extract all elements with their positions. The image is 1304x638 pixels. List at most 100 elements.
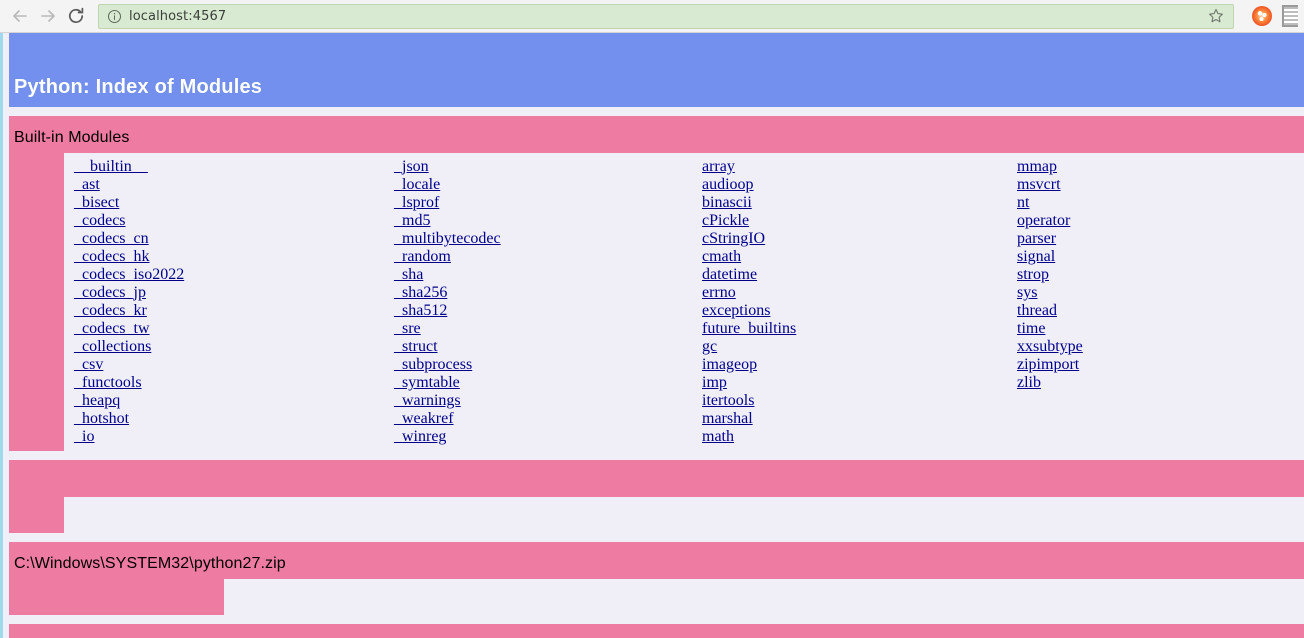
module-link[interactable]: _sre [394, 320, 692, 338]
section-python27-zip: C:\Windows\SYSTEM32\python27.zip [9, 542, 1304, 615]
section-body [9, 497, 1304, 533]
module-link[interactable]: parser [1017, 230, 1304, 248]
module-link[interactable]: _sha512 [394, 302, 692, 320]
extension-orange-icon[interactable] [1252, 6, 1272, 26]
module-link[interactable]: _csv [74, 356, 384, 374]
module-link[interactable]: _struct [394, 338, 692, 356]
module-link[interactable]: _json [394, 158, 692, 176]
module-link[interactable]: xxsubtype [1017, 338, 1304, 356]
module-link[interactable]: math [702, 428, 1007, 446]
section-gutter [9, 497, 64, 533]
module-link[interactable]: _ast [74, 176, 384, 194]
module-link[interactable]: _collections [74, 338, 384, 356]
module-link[interactable]: _bisect [74, 194, 384, 212]
section-heading: Built-in Modules [14, 129, 130, 146]
module-link[interactable]: _subprocess [394, 356, 692, 374]
module-link[interactable]: cPickle [702, 212, 1007, 230]
bookmark-star-icon[interactable] [1207, 7, 1225, 25]
back-button[interactable] [6, 2, 34, 30]
section-built-in-modules: Built-in Modules __builtin__ _ast _bisec… [9, 116, 1304, 451]
browser-toolbar: localhost:4567 [0, 0, 1304, 33]
module-link[interactable]: _sha256 [394, 284, 692, 302]
section-heading-band-clipped [9, 624, 1304, 638]
module-link[interactable]: _codecs_iso2022 [74, 266, 384, 284]
module-link[interactable]: exceptions [702, 302, 1007, 320]
url-text[interactable]: localhost:4567 [129, 9, 226, 24]
module-link[interactable]: _codecs_jp [74, 284, 384, 302]
forward-button[interactable] [34, 2, 62, 30]
module-link[interactable]: operator [1017, 212, 1304, 230]
module-link[interactable]: imp [702, 374, 1007, 392]
module-link[interactable]: _codecs_hk [74, 248, 384, 266]
module-link[interactable]: nt [1017, 194, 1304, 212]
module-link[interactable]: _winreg [394, 428, 692, 446]
module-column-1: __builtin__ _ast _bisect _codecs _codecs… [64, 158, 384, 446]
arrow-right-icon [41, 10, 55, 22]
module-link[interactable]: thread [1017, 302, 1304, 320]
module-link[interactable]: itertools [702, 392, 1007, 410]
viewport-left-edge [0, 33, 3, 638]
pydoc-page: Python: Index of Modules Built-in Module… [9, 33, 1304, 638]
module-column-2: _json _locale _lsprof _md5 _multibytecod… [384, 158, 692, 446]
module-link[interactable]: msvcrt [1017, 176, 1304, 194]
module-link[interactable]: zlib [1017, 374, 1304, 392]
module-link[interactable]: _locale [394, 176, 692, 194]
module-link[interactable]: audioop [702, 176, 1007, 194]
module-link[interactable]: marshal [702, 410, 1007, 428]
module-link[interactable]: _lsprof [394, 194, 692, 212]
module-list: __builtin__ _ast _bisect _codecs _codecs… [64, 153, 1304, 451]
module-link[interactable]: cmath [702, 248, 1007, 266]
module-link[interactable]: _warnings [394, 392, 692, 410]
module-link[interactable]: cStringIO [702, 230, 1007, 248]
module-link[interactable]: _heapq [74, 392, 384, 410]
module-link[interactable]: _codecs_kr [74, 302, 384, 320]
browser-menu-icon[interactable] [1282, 5, 1298, 27]
section-content [224, 579, 1304, 615]
module-link[interactable]: _symtable [394, 374, 692, 392]
section-gutter [9, 579, 224, 615]
page-title-band: Python: Index of Modules [9, 33, 1304, 107]
module-link[interactable]: future_builtins [702, 320, 1007, 338]
page-viewport: Python: Index of Modules Built-in Module… [0, 33, 1304, 638]
module-link[interactable]: zipimport [1017, 356, 1304, 374]
module-link[interactable]: _sha [394, 266, 692, 284]
module-link[interactable]: sys [1017, 284, 1304, 302]
module-link[interactable]: datetime [702, 266, 1007, 284]
module-link[interactable]: gc [702, 338, 1007, 356]
section-heading-band: Built-in Modules [9, 116, 1304, 153]
module-link[interactable]: mmap [1017, 158, 1304, 176]
module-link[interactable]: time [1017, 320, 1304, 338]
section-content [64, 497, 1304, 533]
module-link[interactable]: _codecs [74, 212, 384, 230]
module-link[interactable]: _codecs_cn [74, 230, 384, 248]
section-empty [9, 460, 1304, 533]
module-columns: __builtin__ _ast _bisect _codecs _codecs… [64, 153, 1304, 451]
module-link[interactable]: imageop [702, 356, 1007, 374]
module-link[interactable]: _hotshot [74, 410, 384, 428]
module-link[interactable]: signal [1017, 248, 1304, 266]
section-body: __builtin__ _ast _bisect _codecs _codecs… [9, 153, 1304, 451]
reload-button[interactable] [62, 2, 90, 30]
module-link[interactable]: _weakref [394, 410, 692, 428]
section-body [9, 579, 1304, 615]
address-bar[interactable]: localhost:4567 [98, 3, 1234, 29]
module-column-4: mmap msvcrt nt operator parser signal st… [1007, 158, 1304, 446]
module-link[interactable]: _io [74, 428, 384, 446]
section-heading-band: C:\Windows\SYSTEM32\python27.zip [9, 542, 1304, 579]
module-link[interactable]: _multibytecodec [394, 230, 692, 248]
module-link[interactable]: binascii [702, 194, 1007, 212]
module-column-3: array audioop binascii cPickle cStringIO… [692, 158, 1007, 446]
section-gutter [9, 153, 64, 451]
section-heading-band [9, 460, 1304, 497]
module-link[interactable]: __builtin__ [74, 158, 384, 176]
module-link[interactable]: _md5 [394, 212, 692, 230]
info-circle-icon [107, 9, 122, 23]
page-title: Python: Index of Modules [14, 76, 263, 98]
module-link[interactable]: array [702, 158, 1007, 176]
module-link[interactable]: _functools [74, 374, 384, 392]
reload-icon [68, 7, 84, 24]
module-link[interactable]: strop [1017, 266, 1304, 284]
module-link[interactable]: _random [394, 248, 692, 266]
module-link[interactable]: errno [702, 284, 1007, 302]
module-link[interactable]: _codecs_tw [74, 320, 384, 338]
